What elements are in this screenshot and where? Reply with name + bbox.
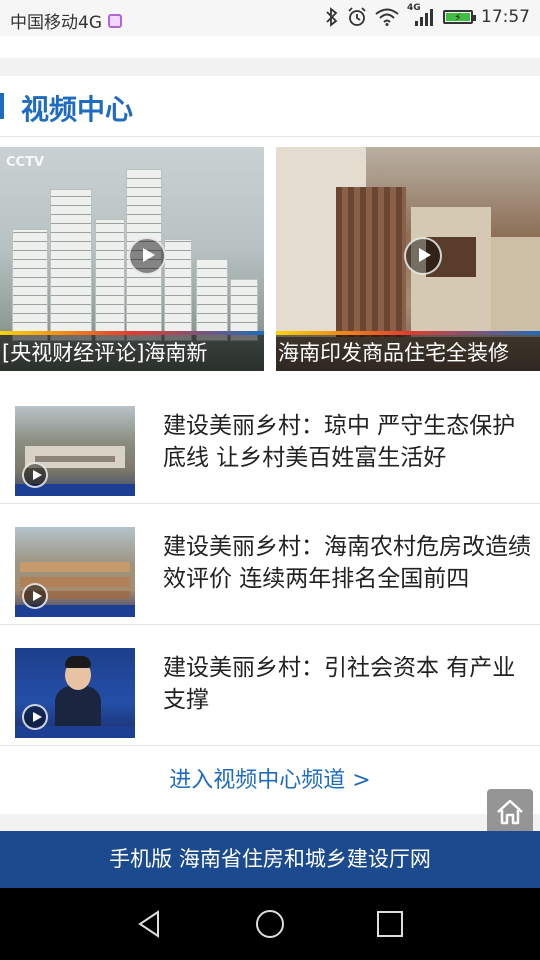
recents-icon[interactable]	[374, 908, 406, 940]
list-item[interactable]: 建设美丽乡村：海南农村危房改造绩效评价 连续两年排名全国前四	[0, 503, 540, 625]
featured-caption: 海南印发商品住宅全装修	[276, 335, 540, 371]
video-thumbnail[interactable]	[15, 527, 135, 617]
list-item[interactable]: 建设美丽乡村：琼中 严守生态保护底线 让乡村美百姓富生活好	[0, 382, 540, 504]
battery-icon: ⚡	[443, 10, 476, 24]
video-thumbnail[interactable]	[15, 406, 135, 496]
list-item[interactable]: 建设美丽乡村：引社会资本 有产业支撑	[0, 624, 540, 746]
video-thumbnail[interactable]	[15, 648, 135, 738]
clock: 17:57	[481, 7, 530, 27]
list-item-title: 建设美丽乡村：引社会资本 有产业支撑	[163, 655, 516, 713]
featured-caption: [央视财经评论]海南新	[0, 335, 264, 371]
bluetooth-icon	[326, 7, 338, 27]
home-icon	[497, 799, 523, 825]
notification-icon	[108, 13, 122, 28]
status-bar: 中国移动4G 4G ⚡ 17:57	[0, 0, 540, 36]
site-footer[interactable]: 手机版 海南省住房和城乡建设厅网	[0, 831, 540, 888]
section-title: 视频中心	[21, 93, 134, 126]
play-icon[interactable]	[22, 583, 48, 609]
top-blank-strip	[0, 36, 540, 58]
home-button[interactable]	[487, 789, 533, 835]
featured-videos: CCTV [央视财经评论]海南新 海南印发商品住宅全装修	[0, 147, 540, 371]
play-icon[interactable]	[128, 237, 166, 275]
enter-video-channel-link[interactable]: 进入视频中心频道 >	[0, 747, 540, 814]
channel-logo: CCTV	[6, 155, 45, 170]
play-icon[interactable]	[22, 462, 48, 488]
video-center-section: 视频中心 CCTV [央视财经评论]海南新 海南印发商品住宅全装修 建设美丽乡村…	[0, 76, 540, 814]
back-icon[interactable]	[134, 908, 166, 940]
list-item-title: 建设美丽乡村：海南农村危房改造绩效评价 连续两年排名全国前四	[163, 534, 531, 592]
wifi-icon	[375, 8, 399, 26]
navigation-bar	[0, 888, 540, 960]
play-icon[interactable]	[22, 704, 48, 730]
list-item-title: 建设美丽乡村：琼中 严守生态保护底线 让乡村美百姓富生活好	[163, 413, 516, 471]
featured-video-2[interactable]: 海南印发商品住宅全装修	[276, 147, 540, 371]
alarm-icon	[348, 7, 366, 26]
home-circle-icon[interactable]	[254, 908, 286, 940]
featured-video-1[interactable]: CCTV [央视财经评论]海南新	[0, 147, 264, 371]
section-header: 视频中心	[0, 76, 540, 137]
carrier-label: 中国移动4G	[10, 13, 102, 33]
signal-icon: 4G	[407, 3, 435, 27]
section-accent-bar	[0, 93, 4, 119]
play-icon[interactable]	[404, 237, 442, 275]
